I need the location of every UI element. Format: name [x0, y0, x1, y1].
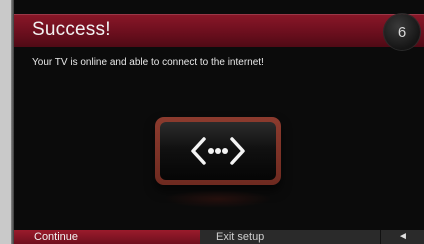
- network-connection-icon: [155, 117, 281, 185]
- dialog-header: Success!: [14, 14, 424, 47]
- exit-setup-button[interactable]: Exit setup: [200, 230, 380, 244]
- status-message: Your TV is online and able to connect to…: [32, 57, 264, 68]
- page-title: Success!: [32, 19, 111, 40]
- continue-button[interactable]: Continue: [14, 230, 200, 244]
- setup-dialog: Success! Your TV is online and able to c…: [14, 0, 424, 244]
- icon-reflection: [164, 190, 272, 208]
- bottom-bar: Continue Exit setup ◄: [14, 230, 424, 244]
- network-connection-icon-face: [160, 122, 276, 180]
- chevrons-dots-icon: [191, 137, 245, 165]
- step-number-badge: 6: [384, 14, 420, 50]
- back-arrow-icon[interactable]: ◄: [380, 230, 424, 244]
